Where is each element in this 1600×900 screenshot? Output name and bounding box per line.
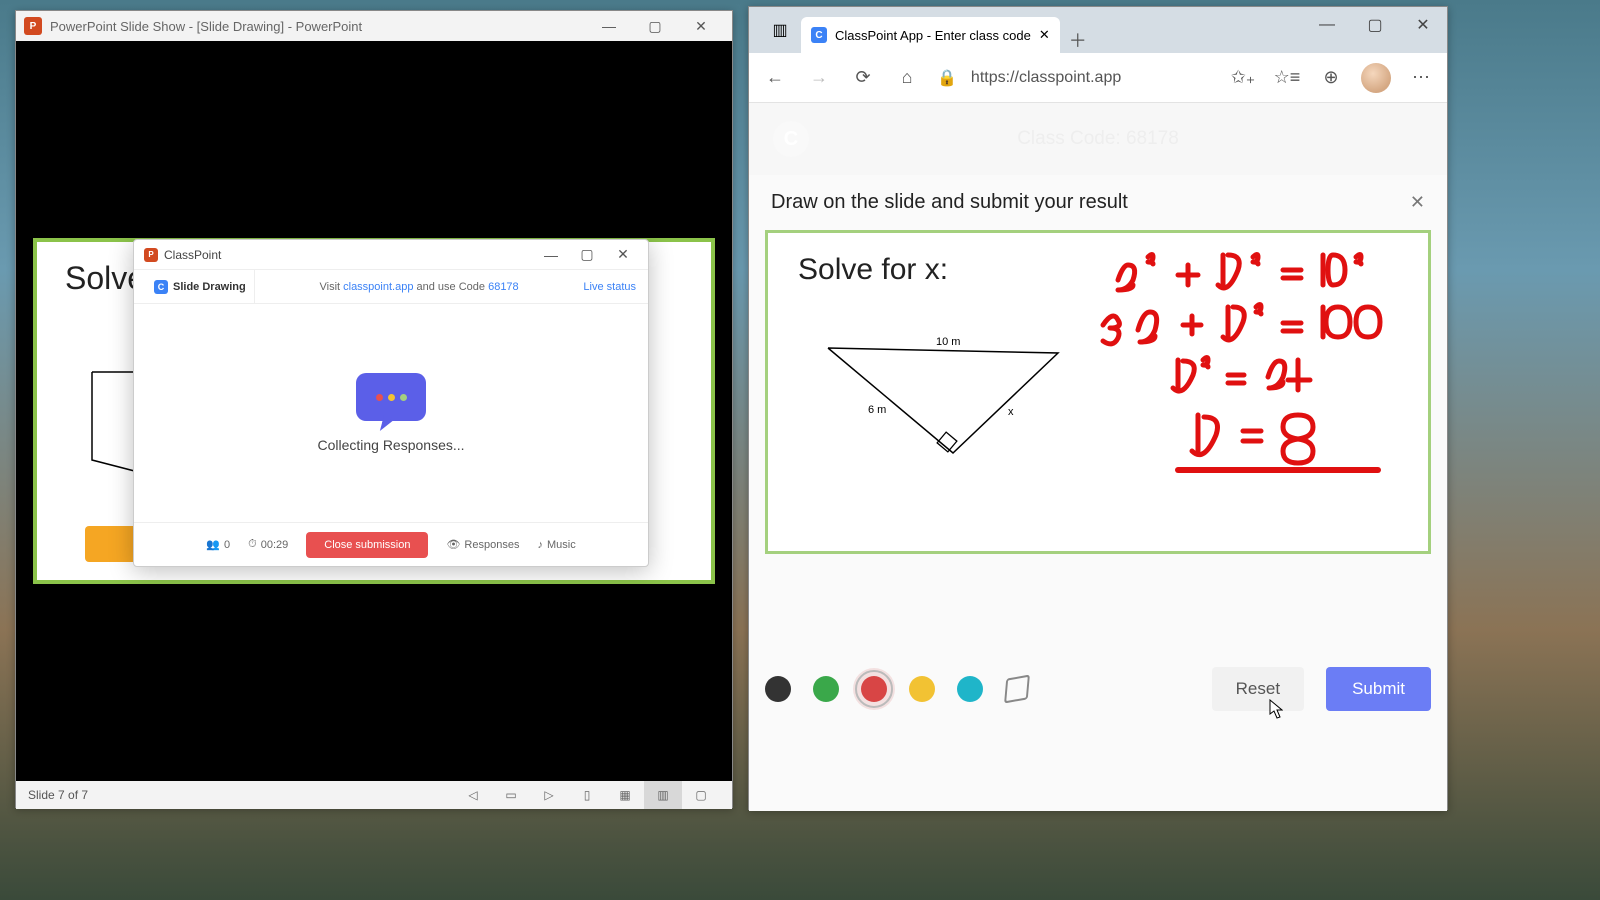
tab-title: ClassPoint App - Enter class code: [835, 28, 1031, 43]
chat-bubble-icon: [356, 373, 426, 421]
tab-close-button[interactable]: ✕: [1039, 27, 1050, 43]
cp-tab-slide-drawing[interactable]: C Slide Drawing: [146, 270, 255, 303]
classpoint-app: C Class Code: 68178 Draw on the slide an…: [749, 103, 1447, 811]
forward-button[interactable]: →: [805, 67, 833, 88]
home-button[interactable]: ⌂: [893, 67, 921, 88]
cp-tab-label: Slide Drawing: [173, 281, 246, 293]
minimize-button[interactable]: —: [586, 11, 632, 41]
color-swatch-black[interactable]: [765, 676, 791, 702]
lock-icon: 🔒: [937, 68, 957, 88]
live-status-link[interactable]: Live status: [583, 281, 636, 293]
cp-close-button[interactable]: ✕: [608, 243, 638, 267]
notes-view-button[interactable]: ▭: [492, 781, 530, 809]
svg-text:10 m: 10 m: [936, 336, 960, 348]
ppt-statusbar: Slide 7 of 7 ◁ ▭ ▷ ▯ ▦ ▥ ▢: [16, 781, 732, 809]
back-button[interactable]: ←: [761, 67, 789, 88]
submit-button[interactable]: Submit: [1326, 667, 1431, 711]
profile-avatar[interactable]: [1361, 63, 1391, 93]
refresh-button[interactable]: ⟳: [849, 67, 877, 88]
responses-button[interactable]: 👁 Responses: [446, 538, 519, 551]
edge-toolbar: ← → ⟳ ⌂ 🔒 https://classpoint.app ✩₊ ☆≡ ⊕…: [749, 53, 1447, 103]
browser-tab[interactable]: C ClassPoint App - Enter class code ✕: [801, 17, 1060, 53]
classpoint-modal: P ClassPoint — ▢ ✕ C Slide Drawing Visit…: [133, 239, 649, 567]
powerpoint-icon: P: [144, 248, 158, 262]
slide-counter: Slide 7 of 7: [28, 788, 88, 802]
mouse-cursor-icon: [1269, 699, 1283, 719]
cp-modal-titlebar[interactable]: P ClassPoint — ▢ ✕: [134, 240, 648, 270]
timer: ⏱ 00:29: [248, 538, 288, 551]
url-text: https://classpoint.app: [971, 69, 1121, 87]
close-button[interactable]: ✕: [678, 11, 724, 41]
cp-maximize-button[interactable]: ▢: [572, 243, 602, 267]
collections-button[interactable]: ⊕: [1317, 67, 1345, 88]
prompt-close-button[interactable]: ✕: [1410, 192, 1425, 213]
close-submission-button[interactable]: Close submission: [306, 532, 428, 558]
ppt-title: PowerPoint Slide Show - [Slide Drawing] …: [50, 19, 578, 34]
eraser-button[interactable]: [1004, 675, 1030, 704]
address-bar[interactable]: 🔒 https://classpoint.app: [937, 68, 1213, 88]
favorite-button[interactable]: ✩₊: [1229, 67, 1257, 88]
classpoint-favicon-icon: C: [811, 27, 827, 43]
cp-visit-text: Visit classpoint.app and use Code 68178: [267, 281, 572, 293]
svg-text:x: x: [1008, 406, 1014, 418]
color-swatch-yellow[interactable]: [909, 676, 935, 702]
slideshow-view-button[interactable]: ▢: [682, 781, 720, 809]
class-code-banner: C Class Code: 68178: [749, 103, 1447, 175]
minimize-button[interactable]: —: [1303, 7, 1351, 43]
cp-modal-title: ClassPoint: [164, 248, 530, 262]
handwritten-work: [1098, 245, 1398, 495]
classpoint-link[interactable]: classpoint.app: [343, 281, 413, 293]
favorites-list-button[interactable]: ☆≡: [1273, 67, 1301, 88]
cp-modal-header: C Slide Drawing Visit classpoint.app and…: [134, 270, 648, 304]
next-slide-button[interactable]: ▷: [530, 781, 568, 809]
edge-tab-strip: ▥ C ClassPoint App - Enter class code ✕ …: [749, 7, 1447, 53]
triangle-figure: 10 m 6 m x: [808, 333, 1068, 483]
cp-minimize-button[interactable]: —: [536, 243, 566, 267]
maximize-button[interactable]: ▢: [1351, 7, 1399, 43]
code-link[interactable]: 68178: [488, 281, 519, 293]
new-tab-button[interactable]: ＋: [1060, 27, 1096, 53]
powerpoint-window: P PowerPoint Slide Show - [Slide Drawing…: [15, 10, 733, 808]
reset-button[interactable]: Reset: [1212, 667, 1304, 711]
color-swatch-teal[interactable]: [957, 676, 983, 702]
color-swatch-red[interactable]: [861, 676, 887, 702]
ppt-titlebar[interactable]: P PowerPoint Slide Show - [Slide Drawing…: [16, 11, 732, 41]
participants-count: 👥 0: [206, 538, 230, 551]
previous-slide-button[interactable]: ◁: [454, 781, 492, 809]
cp-modal-body: Collecting Responses...: [134, 304, 648, 522]
classpoint-logo-icon: C: [773, 121, 809, 157]
edge-window: ▥ C ClassPoint App - Enter class code ✕ …: [748, 6, 1448, 810]
sorter-view-button[interactable]: ▦: [606, 781, 644, 809]
reading-view-button[interactable]: ▥: [644, 781, 682, 809]
close-button[interactable]: ✕: [1399, 7, 1447, 43]
music-button[interactable]: ♪ Music: [537, 539, 575, 551]
color-swatch-green[interactable]: [813, 676, 839, 702]
normal-view-button[interactable]: ▯: [568, 781, 606, 809]
classpoint-icon: C: [154, 280, 168, 294]
powerpoint-icon: P: [24, 17, 42, 35]
prompt-row: Draw on the slide and submit your result…: [749, 175, 1447, 226]
tab-actions-button[interactable]: ▥: [759, 7, 801, 53]
drawing-canvas[interactable]: Solve for x: 10 m 6 m x: [765, 230, 1431, 554]
palette-row: Reset Submit: [749, 667, 1447, 711]
svg-text:6 m: 6 m: [868, 404, 886, 416]
banner-text: Class Code: 68178: [1017, 128, 1179, 150]
maximize-button[interactable]: ▢: [632, 11, 678, 41]
prompt-text: Draw on the slide and submit your result: [771, 191, 1410, 214]
cp-modal-footer: 👥 0 ⏱ 00:29 Close submission 👁 Responses…: [134, 522, 648, 566]
collecting-text: Collecting Responses...: [317, 437, 464, 453]
menu-button[interactable]: ⋯: [1407, 67, 1435, 88]
